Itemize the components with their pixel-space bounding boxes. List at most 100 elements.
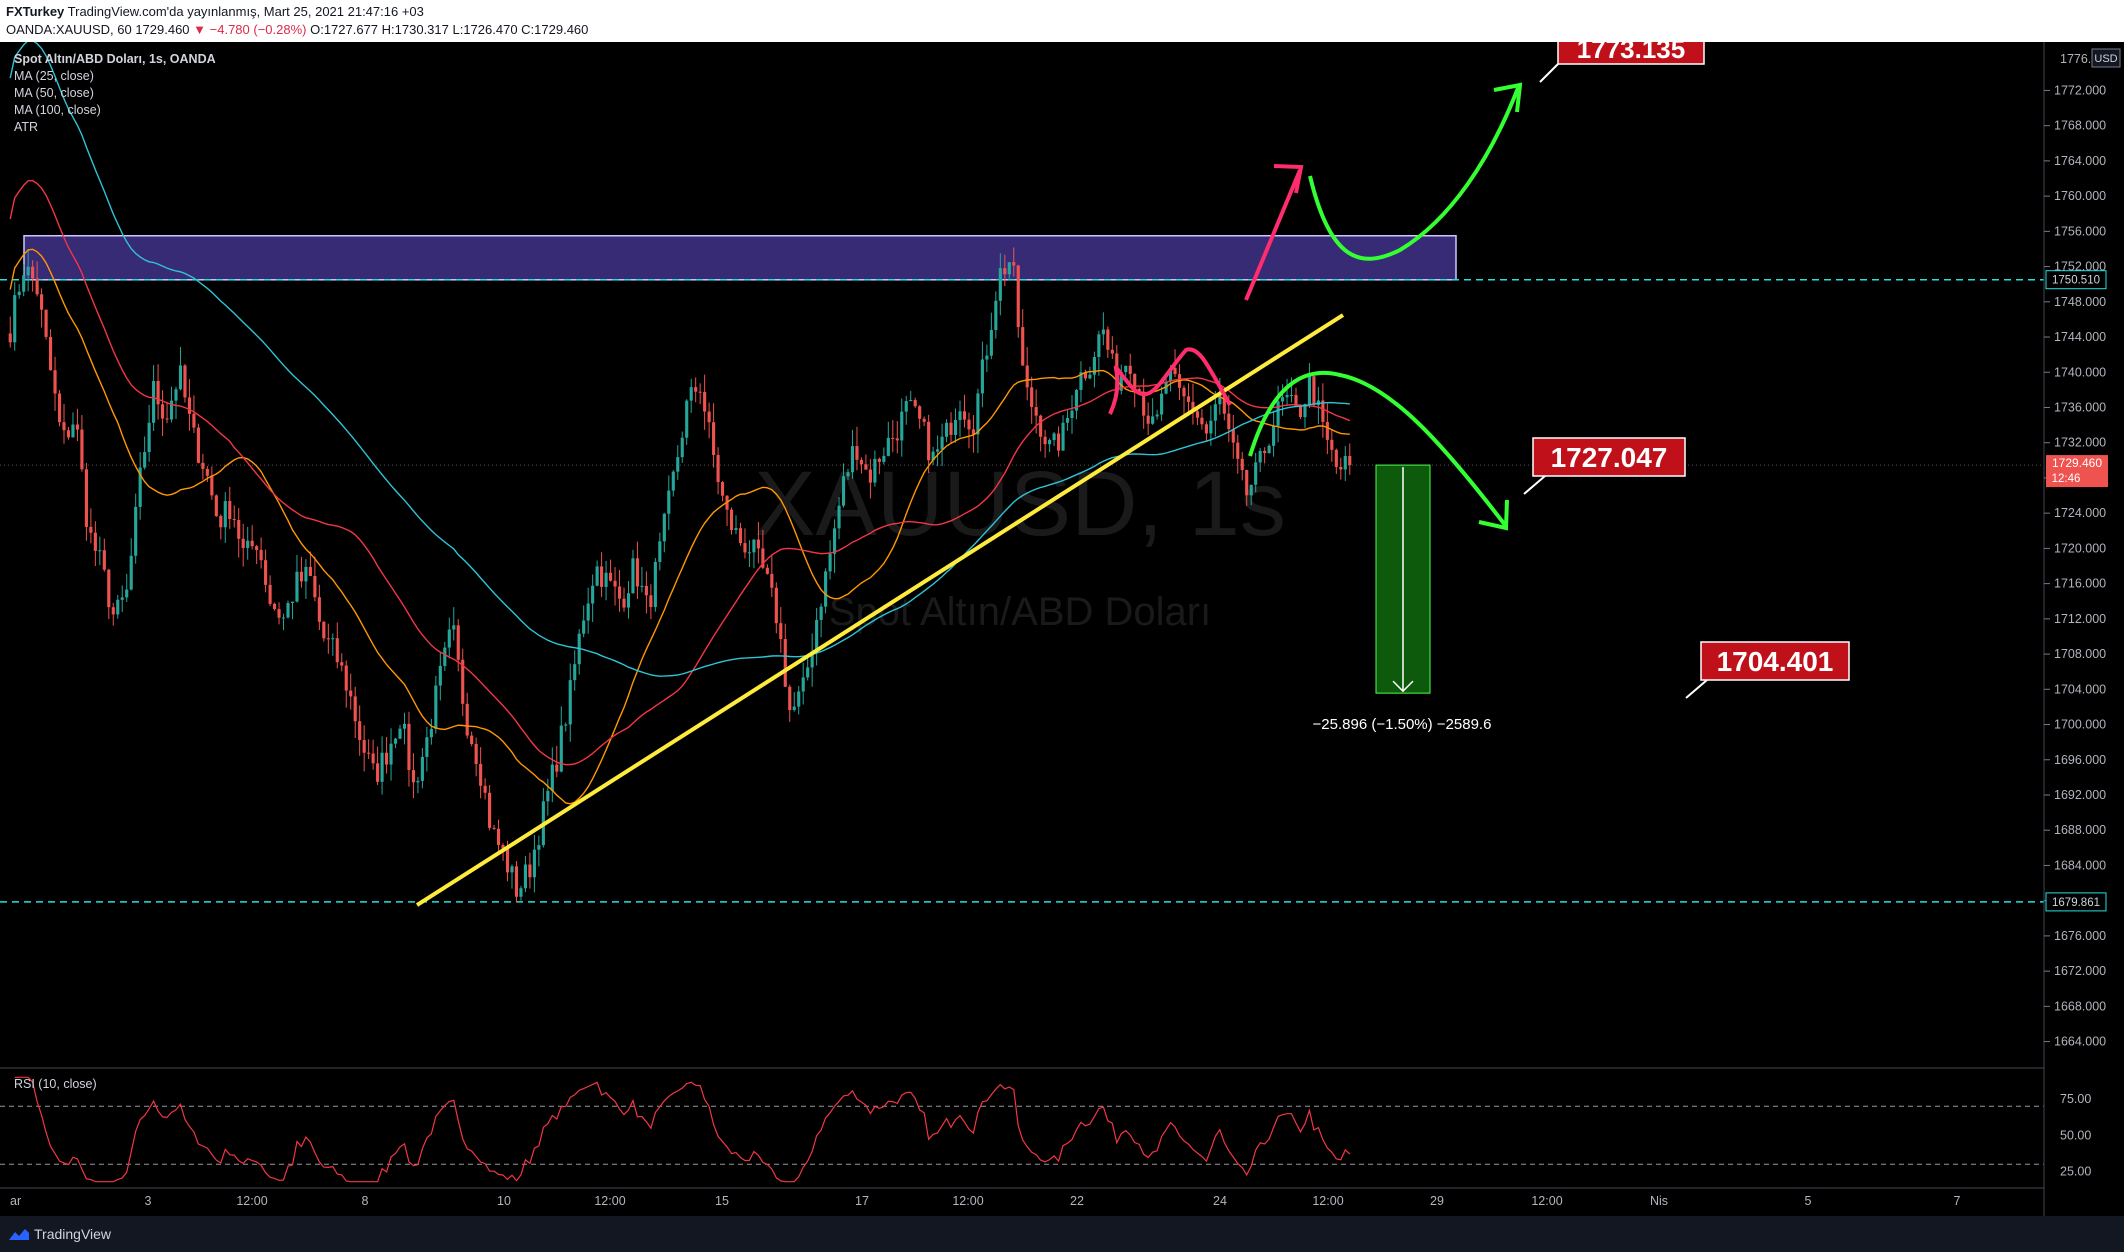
candle-body <box>738 528 743 544</box>
price-tick-label: 1696.000 <box>2054 753 2106 767</box>
candle-body <box>1285 395 1289 398</box>
candle-body <box>922 418 926 422</box>
candle-body <box>1334 449 1338 467</box>
rsi-axis[interactable]: 75.00 50.00 25.00 <box>2060 1092 2091 1179</box>
legend-ma100[interactable]: MA (100, close) <box>14 103 101 117</box>
candle-body <box>913 400 917 407</box>
candle-body <box>1209 420 1213 434</box>
candle-body <box>864 464 868 470</box>
candle-body <box>1276 401 1280 426</box>
author-name[interactable]: FXTurkey <box>6 4 64 19</box>
candle-body <box>1003 268 1007 275</box>
candle-body <box>35 278 39 295</box>
price-tick-label: 1764.000 <box>2054 154 2106 168</box>
candle-body <box>949 422 953 435</box>
candle-body <box>617 586 622 599</box>
candle-body <box>962 411 967 420</box>
candle-body <box>658 541 662 562</box>
candle-body <box>89 526 93 533</box>
candle-body <box>492 827 496 829</box>
candle-body <box>125 589 129 598</box>
currency-label: USD <box>2094 53 2117 65</box>
candle-body <box>797 691 801 707</box>
candle-body <box>1330 439 1334 450</box>
candle-body <box>559 725 563 772</box>
candle-body <box>537 845 541 850</box>
price-tick-label: 1744.000 <box>2054 330 2106 344</box>
candle-body <box>456 625 460 660</box>
candle-body <box>819 606 823 620</box>
candle-body <box>1021 327 1025 366</box>
candle-body <box>532 849 536 878</box>
candle-body <box>546 790 550 802</box>
candle-body <box>828 553 832 572</box>
candle-body <box>729 509 734 531</box>
candle-body <box>398 728 402 739</box>
price-tick-label: 1688.000 <box>2054 823 2106 837</box>
candle-body <box>488 792 492 828</box>
candle-body <box>196 427 200 463</box>
candle-body <box>465 703 469 736</box>
legend-rsi[interactable]: RSI (10, close) <box>14 1077 97 1091</box>
price-tick-label: 1700.000 <box>2054 718 2106 732</box>
candle-body <box>384 752 389 765</box>
candle-body <box>1155 414 1159 417</box>
legend-symbol[interactable]: Spot Altın/ABD Doları, 1s, OANDA <box>14 52 216 66</box>
candle-body <box>259 549 263 561</box>
candle-body <box>84 469 88 527</box>
time-tick-label: 7 <box>1954 1194 1961 1208</box>
price-tick-label: 1732.000 <box>2054 436 2106 450</box>
candle-body <box>1263 450 1267 454</box>
candle-body <box>362 740 366 753</box>
candle-body <box>591 585 595 604</box>
candle-body <box>479 764 483 786</box>
candle-body <box>255 546 259 550</box>
candle-body <box>528 864 532 878</box>
candle-body <box>694 387 698 392</box>
footer-brand[interactable]: TradingView <box>34 1226 111 1242</box>
candle-body <box>183 365 187 398</box>
candle-body <box>703 392 707 412</box>
price-tick-label: 1676.000 <box>2054 929 2106 943</box>
candle-body <box>608 572 613 581</box>
candle-body <box>223 501 227 528</box>
candle-body <box>1048 440 1052 445</box>
candle-body <box>134 506 138 556</box>
resistance-zone[interactable] <box>23 235 1457 281</box>
candle-body <box>156 380 160 405</box>
legend-ma25[interactable]: MA (25, close) <box>14 69 94 83</box>
candle-body <box>667 490 671 514</box>
candle-body <box>873 458 877 483</box>
candle-body <box>152 380 156 423</box>
legend-atr[interactable]: ATR <box>14 120 38 134</box>
time-tick-label: 12:00 <box>1312 1194 1343 1208</box>
candle-body <box>958 411 962 421</box>
candle-body <box>192 413 196 428</box>
candle-body <box>783 639 787 687</box>
chart-header: FXTurkey TradingView.com'da yayınlanmış,… <box>0 0 2124 42</box>
price-tick-label: 1684.000 <box>2054 858 2106 872</box>
candle-body <box>376 763 380 782</box>
candle-body <box>57 393 62 423</box>
candle-body <box>228 501 232 520</box>
candle-body <box>1106 329 1110 350</box>
candle-body <box>1348 455 1352 466</box>
candle-body <box>411 770 416 783</box>
candle-body <box>214 495 218 517</box>
candle-body <box>1043 436 1047 445</box>
candle-body <box>716 455 720 483</box>
candle-body <box>788 686 792 710</box>
candle-body <box>1240 458 1244 471</box>
candle-body <box>219 516 223 528</box>
ohlc-line: OANDA:XAUUSD, 60 1729.460 ▼ −4.780 (−0.2… <box>6 22 588 37</box>
candle-body <box>824 571 828 607</box>
candle-body <box>1030 387 1034 408</box>
time-tick-label: 15 <box>715 1194 729 1208</box>
legend-ma50[interactable]: MA (50, close) <box>14 86 94 100</box>
candle-body <box>1312 376 1316 406</box>
candle-body <box>434 685 438 729</box>
footer-bar: TradingView <box>0 1216 2124 1252</box>
candle-body <box>1070 410 1074 418</box>
candle-body <box>712 422 716 456</box>
price-chart[interactable]: XAUUSD, 1s Spot Altın/ABD Doları −25.896… <box>0 42 2124 1216</box>
